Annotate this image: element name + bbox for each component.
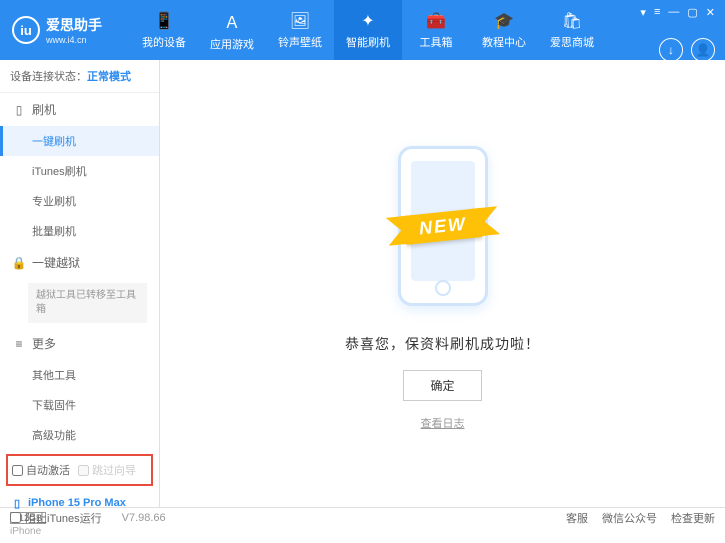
nav-apps[interactable]: Ａ应用游戏: [198, 0, 266, 60]
logo-icon: iu: [12, 16, 40, 44]
nav-flash[interactable]: ✦智能刷机: [334, 0, 402, 60]
app-subtitle: www.i4.cn: [46, 35, 102, 45]
menu-icon[interactable]: ▾: [638, 6, 648, 19]
block-itunes-checkbox[interactable]: 阻止iTunes运行: [10, 510, 102, 526]
settings-icon[interactable]: ≡: [652, 6, 662, 19]
nav-store[interactable]: 🛍爱思商城: [538, 0, 606, 60]
window-controls: ▾ ≡ — ▢ ✕: [638, 6, 717, 19]
options-box: 自动激活 跳过向导: [6, 454, 153, 486]
sidebar-item-itunes-flash[interactable]: iTunes刷机: [0, 156, 159, 186]
wallpaper-icon: 🖼: [290, 11, 310, 31]
skip-guide-checkbox[interactable]: 跳过向导: [78, 462, 136, 478]
sidebar-item-advanced[interactable]: 高级功能: [0, 420, 159, 450]
sidebar-item-pro-flash[interactable]: 专业刷机: [0, 186, 159, 216]
close-icon[interactable]: ✕: [704, 6, 717, 19]
lock-icon: 🔒: [12, 256, 26, 270]
success-message: 恭喜您，保资料刷机成功啦！: [345, 334, 540, 354]
main-content: NEW 恭喜您，保资料刷机成功啦！ 确定 查看日志: [160, 60, 725, 507]
ok-button[interactable]: 确定: [403, 370, 481, 401]
header: iu 爱思助手 www.i4.cn 📱我的设备 Ａ应用游戏 🖼铃声壁纸 ✦智能刷…: [0, 0, 725, 60]
maximize-icon[interactable]: ▢: [685, 6, 699, 19]
top-nav: 📱我的设备 Ａ应用游戏 🖼铃声壁纸 ✦智能刷机 🧰工具箱 🎓教程中心 🛍爱思商城: [130, 0, 606, 60]
sidebar: 设备连接状态：正常模式 ▯刷机 一键刷机 iTunes刷机 专业刷机 批量刷机 …: [0, 60, 160, 507]
app-title: 爱思助手: [46, 15, 102, 35]
version-label: V7.98.66: [122, 512, 166, 524]
nav-my-device[interactable]: 📱我的设备: [130, 0, 198, 60]
footer-link-wechat[interactable]: 微信公众号: [602, 510, 657, 526]
footer-link-support[interactable]: 客服: [566, 510, 588, 526]
success-illustration: NEW: [368, 136, 518, 316]
sidebar-section-flash[interactable]: ▯刷机: [0, 93, 159, 126]
auto-activate-checkbox[interactable]: 自动激活: [12, 462, 70, 478]
sidebar-item-other-tools[interactable]: 其他工具: [0, 360, 159, 390]
phone-icon: ▯: [12, 103, 26, 117]
sidebar-section-more[interactable]: ≡更多: [0, 327, 159, 360]
sidebar-item-onekey-flash[interactable]: 一键刷机: [0, 126, 159, 156]
tutorial-icon: 🎓: [494, 11, 514, 31]
device-icon: ▯: [10, 496, 24, 510]
logo[interactable]: iu 爱思助手 www.i4.cn: [0, 15, 130, 45]
jailbreak-note: 越狱工具已转移至工具箱: [28, 283, 147, 323]
device-icon: 📱: [154, 11, 174, 31]
more-icon: ≡: [12, 337, 26, 351]
footer-link-update[interactable]: 检查更新: [671, 510, 715, 526]
sidebar-item-batch-flash[interactable]: 批量刷机: [0, 216, 159, 246]
view-log-link[interactable]: 查看日志: [421, 415, 465, 431]
account-button[interactable]: 👤: [691, 38, 715, 62]
device-status: 设备连接状态：正常模式: [0, 60, 159, 93]
sidebar-section-jailbreak: 🔒一键越狱: [0, 246, 159, 279]
flash-icon: ✦: [361, 11, 374, 31]
sidebar-item-download-firmware[interactable]: 下载固件: [0, 390, 159, 420]
toolbox-icon: 🧰: [426, 11, 446, 31]
nav-tutorials[interactable]: 🎓教程中心: [470, 0, 538, 60]
nav-toolbox[interactable]: 🧰工具箱: [402, 0, 470, 60]
store-icon: 🛍: [562, 11, 582, 31]
nav-ringtones[interactable]: 🖼铃声壁纸: [266, 0, 334, 60]
apps-icon: Ａ: [224, 9, 240, 33]
download-button[interactable]: ↓: [659, 38, 683, 62]
minimize-icon[interactable]: —: [666, 6, 681, 19]
